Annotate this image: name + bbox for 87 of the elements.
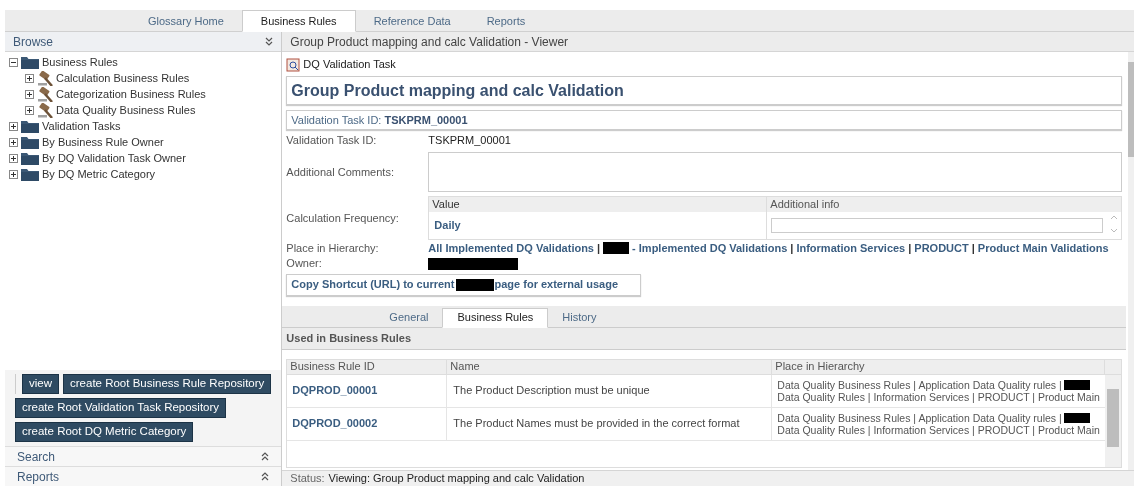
expand-icon[interactable] [261,452,270,461]
expand-icon[interactable] [9,153,18,163]
section-header[interactable]: Search [17,447,56,466]
hierarchy-link[interactable]: Product Main Validations [977,240,1109,257]
gavel-icon [37,86,53,102]
redaction-bar [1063,379,1090,390]
scrollbar[interactable] [1104,374,1121,467]
expand-icon[interactable] [9,169,18,179]
field-value: TSKPRM_00001 [384,112,468,128]
rule-id-link[interactable]: DQPROD_00001 [292,382,378,399]
table-cell: Data Quality Business Rules | Application Data Quality rules | [777,411,1062,424]
redaction-bar [1063,412,1090,423]
expand-icon[interactable] [25,73,34,83]
task-icon [286,56,301,72]
expand-icon[interactable] [9,137,18,147]
tree-item[interactable]: Business Rules [42,53,118,71]
redaction-bar [455,278,494,291]
field-label: Validation Task ID: [286,133,377,149]
tab[interactable]: Business Rules [241,10,356,32]
folder-icon [21,167,39,181]
tab[interactable]: History [548,307,611,327]
separator: | [790,241,794,256]
field-label: Validation Task ID: [291,112,382,128]
separator: | [597,241,601,256]
folder-icon [21,151,39,165]
field-label: Additional Comments: [286,164,394,180]
column-header[interactable]: Name [447,359,773,374]
tab[interactable]: General [375,307,443,327]
tree-item[interactable]: Data Quality Business Rules [56,101,196,119]
gavel-icon [37,102,53,118]
action-button[interactable]: create Root Validation Task Repository [15,398,227,418]
field-label: Place in Hierarchy: [286,241,379,256]
tab[interactable]: Reference Data [355,11,469,31]
tree-item[interactable]: By DQ Validation Task Owner [42,149,186,167]
viewer-title: Group Product mapping and calc Validation - Viewer [290,33,569,51]
status-text: Viewing: Group Product mapping and calc Validation [328,471,585,486]
expand-icon[interactable] [25,89,34,99]
expand-icon[interactable] [25,105,34,115]
scrollbar[interactable] [1127,52,1134,470]
column-header[interactable]: Place in Hierarchy [772,359,1105,374]
folder-icon [21,135,39,149]
item-type: DQ Validation Task [303,56,396,72]
table-cell-text: The Product Names must be provided in the correct format [453,416,740,432]
action-button[interactable]: create Root Business Rule Repository [63,374,272,394]
tab[interactable]: Glossary Home [130,11,242,31]
tab[interactable]: Reports [468,11,544,31]
tree-item[interactable]: By Business Rule Owner [42,133,164,151]
table-cell: Data Quality Rules | Information Services | PRODUCT | Product Main [777,390,1100,403]
column-header[interactable]: Additional info [767,197,1107,212]
separator: | [908,241,912,256]
redaction-bar [603,242,630,255]
section-header[interactable]: Reports [17,467,60,486]
hierarchy-link[interactable]: PRODUCT [914,240,969,257]
table-cell: Data Quality Rules | Information Services | PRODUCT | Product Main [777,423,1100,436]
page-heading: Group Product mapping and calc Validation [291,80,624,101]
gavel-icon [37,70,53,86]
hierarchy-link[interactable]: Information Services [796,240,906,257]
expand-icon[interactable] [9,121,18,131]
tree-item[interactable]: Calculation Business Rules [56,69,190,87]
field-value: TSKPRM_00001 [428,133,511,149]
panel-title: Browse [13,33,53,51]
separator: | [971,241,975,256]
hierarchy-link[interactable]: All Implemented DQ Validations [428,240,594,257]
expand-icon[interactable] [261,472,270,481]
table-cell-text: The Product Description must be unique [453,383,650,399]
collapse-icon[interactable] [265,37,274,46]
folder-icon [21,119,39,133]
hierarchy-link[interactable]: - Implemented DQ Validations [632,240,788,257]
section-title: Used in Business Rules [286,330,412,346]
rule-id-link[interactable]: DQPROD_00002 [292,415,378,432]
collapse-icon[interactable] [9,57,18,67]
info-field[interactable] [771,218,1103,233]
tree-item[interactable]: By DQ Metric Category [42,165,156,183]
column-header[interactable]: Business Rule ID [287,359,448,374]
folder-icon [21,55,39,69]
status-label: Status: [290,471,325,486]
table-cell-text: Daily [434,218,461,234]
field-label: Calculation Frequency: [286,210,399,226]
action-button[interactable]: view [22,374,59,394]
tree-item[interactable]: Validation Tasks [42,117,121,135]
shortcut-button[interactable]: Copy Shortcut (URL) to current page for external usage [286,273,642,296]
comments-field[interactable] [428,152,1122,192]
tree-item[interactable]: Categorization Business Rules [56,85,206,103]
table-cell: Data Quality Business Rules | Application Data Quality rules | [777,378,1062,391]
field-label: Owner: [286,256,322,272]
action-button[interactable]: create Root DQ Metric Category [15,422,194,442]
tab[interactable]: Business Rules [442,307,549,328]
